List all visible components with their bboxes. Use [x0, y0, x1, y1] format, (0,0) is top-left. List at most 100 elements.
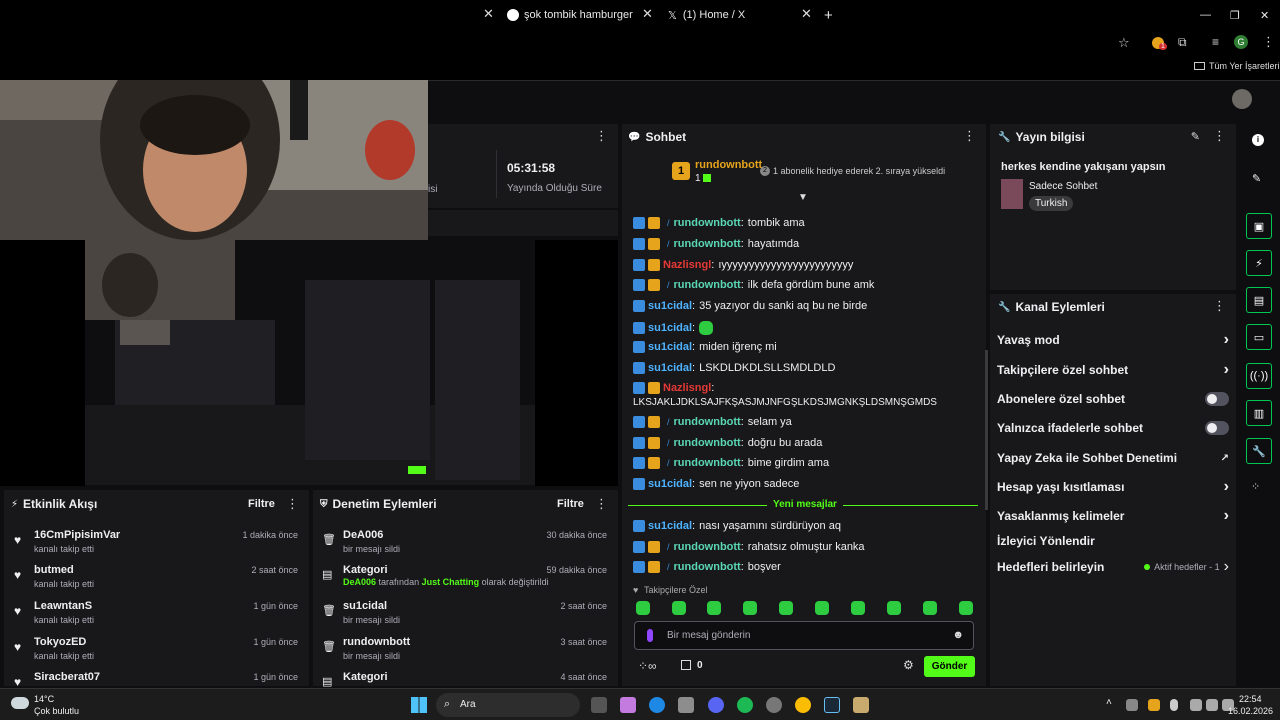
windows-start-icon[interactable] — [411, 697, 427, 713]
chat-username[interactable]: rundownbott — [674, 437, 741, 449]
chat-username[interactable]: su1cidal — [648, 362, 692, 374]
activity-item[interactable]: ♥ 16CmPipisimVar kanalı takip etti 1 dakika… — [14, 528, 298, 560]
bookmarks-label[interactable]: Tüm Yer İşaretleri — [1209, 61, 1280, 71]
channel-action-row[interactable]: Hesap yaşı kısıtlaması › — [997, 479, 1229, 495]
chat-username[interactable]: rundownbott — [674, 416, 741, 428]
volume-icon[interactable] — [1206, 699, 1218, 711]
points-icon[interactable] — [681, 660, 691, 670]
discord-icon[interactable] — [708, 697, 724, 713]
new-tab-button[interactable]: + — [824, 4, 833, 26]
restore-icon[interactable]: ❐ — [1230, 4, 1240, 26]
chat-username[interactable]: rundownbott — [674, 541, 741, 553]
channel-action-row[interactable]: Takipçilere özel sohbet › — [997, 362, 1229, 378]
copilot-icon[interactable] — [620, 697, 636, 713]
activity-item[interactable]: ♥ TokyozED kanalı takip etti 1 gün önce — [14, 635, 298, 667]
mic-icon[interactable] — [647, 629, 653, 642]
profile-avatar[interactable]: G — [1234, 35, 1248, 49]
tray-icon-1[interactable] — [1126, 699, 1138, 711]
channel-action-row[interactable]: Yapay Zeka ile Sohbet Denetimi ↗ — [997, 451, 1229, 465]
chat-username[interactable]: Nazlisngl — [663, 259, 711, 271]
menu-icon[interactable]: ⋮ — [1262, 34, 1275, 50]
category-change-cat[interactable]: Just Chatting — [422, 577, 480, 587]
weather-icon[interactable] — [11, 697, 29, 709]
chrome-icon[interactable] — [795, 697, 811, 713]
chat-username[interactable]: rundownbott — [674, 457, 741, 469]
scan-icon[interactable]: ▣ — [1246, 213, 1272, 239]
mic-tray-icon[interactable] — [1170, 699, 1178, 711]
category-change-user[interactable]: DeA006 — [343, 577, 376, 587]
chat-username[interactable]: su1cidal — [648, 322, 692, 334]
bolt-icon[interactable]: ⚡ — [1246, 250, 1272, 276]
chat-username[interactable]: rundownbott — [674, 238, 741, 250]
activity-item[interactable]: ♥ LeawntanS kanalı takip etti 1 gün önce — [14, 599, 298, 631]
toggle-switch[interactable] — [1205, 392, 1229, 406]
chat-username[interactable]: su1cidal — [648, 520, 692, 532]
send-button[interactable]: Gönder — [924, 656, 975, 677]
chat-scrollbar[interactable] — [985, 350, 988, 510]
emote-icon[interactable] — [707, 601, 721, 615]
chat-username[interactable]: su1cidal — [648, 341, 692, 353]
emote-icon[interactable] — [743, 601, 757, 615]
puzzle-icon[interactable]: ⧉ — [1178, 35, 1187, 50]
app-icon[interactable] — [766, 697, 782, 713]
chat-username[interactable]: su1cidal — [648, 478, 692, 490]
edge-icon[interactable] — [649, 697, 665, 713]
chat-username[interactable]: Nazlisngl — [663, 382, 711, 394]
emote-icon[interactable] — [636, 601, 650, 615]
tray-chevron-icon[interactable]: ˄ — [1106, 697, 1112, 708]
emote-icon[interactable] — [851, 601, 865, 615]
chat-settings-icon[interactable]: ⚙ — [903, 658, 914, 672]
emote-icon[interactable] — [923, 601, 937, 615]
emote-icon[interactable] — [887, 601, 901, 615]
moderation-item[interactable]: 🗑 rundownbott bir mesajı sildi 3 saat önce — [322, 635, 607, 667]
scroll-indicator-icon[interactable]: ▼ — [798, 192, 808, 203]
channel-action-row[interactable]: Abonelere özel sohbet — [997, 392, 1229, 406]
tray-icon-2[interactable] — [1148, 699, 1160, 711]
steam-icon[interactable] — [824, 697, 840, 713]
moderation-item[interactable]: 🗑 DeA006 bir mesajı sildi 30 dakika önce — [322, 528, 607, 560]
infinity-icon[interactable]: ⁘∞ — [638, 659, 657, 673]
store-icon[interactable] — [678, 697, 694, 713]
star-icon[interactable]: ☆ — [1118, 35, 1130, 51]
info-icon[interactable]: i — [1252, 134, 1264, 146]
network-icon[interactable] — [1190, 699, 1202, 711]
activity-filter-button[interactable]: Filtre — [248, 498, 275, 510]
tab-google[interactable]: şok tombik hamburger - Googl — [507, 4, 647, 26]
pencil-icon[interactable]: ✎ — [1252, 172, 1261, 185]
channel-action-row[interactable]: Yalnızca ifadelerle sohbet — [997, 421, 1229, 435]
minimize-icon[interactable]: — — [1200, 4, 1211, 26]
message-icon[interactable]: ▭ — [1246, 324, 1272, 350]
chat-username[interactable]: rundownbott — [674, 279, 741, 291]
channel-action-row[interactable]: Yavaş mod › — [997, 332, 1229, 348]
emote-icon[interactable] — [672, 601, 686, 615]
tab-x[interactable]: 𝕏 (1) Home / X — [668, 4, 808, 26]
moderation-menu-icon[interactable]: ⋮ — [595, 497, 608, 510]
channel-action-row[interactable]: İzleyici Yönlendir — [997, 534, 1229, 548]
channel-actions-menu-icon[interactable]: ⋮ — [1213, 299, 1226, 312]
window-close-icon[interactable]: ✕ — [1260, 4, 1269, 26]
channel-action-row[interactable]: Hedefleri belirleyin Aktif hedefler - 1 › — [997, 559, 1229, 575]
moderation-item[interactable]: 🗑 su1cidal bir mesajı sildi 2 saat önce — [322, 599, 607, 631]
activity-menu-icon[interactable]: ⋮ — [286, 497, 299, 510]
category-name[interactable]: Sadece Sohbet — [1029, 181, 1097, 192]
stats-menu-icon[interactable]: ⋮ — [595, 129, 608, 142]
emoji-picker-icon[interactable]: ☻ — [952, 629, 964, 641]
storage-icon[interactable]: ▥ — [1246, 400, 1272, 426]
tool-icon[interactable]: 🔧 — [1246, 438, 1272, 464]
activity-item[interactable]: ♥ butmed kanalı takip etti 2 saat önce — [14, 563, 298, 595]
channel-action-row[interactable]: Yasaklanmış kelimeler › — [997, 508, 1229, 524]
chat-username[interactable]: su1cidal — [648, 300, 692, 312]
spotify-icon[interactable] — [737, 697, 753, 713]
emote-icon[interactable] — [959, 601, 973, 615]
moderation-filter-button[interactable]: Filtre — [557, 498, 584, 510]
user-avatar[interactable] — [1232, 89, 1252, 109]
chat-username[interactable]: rundownbott — [674, 217, 741, 229]
chat-input[interactable]: Bir mesaj gönderin ☻ — [634, 621, 974, 650]
stream-info-menu-icon[interactable]: ⋮ — [1213, 129, 1226, 142]
chat-menu-icon[interactable]: ⋮ — [963, 129, 976, 142]
edit-pencil-icon[interactable]: ✎ — [1191, 130, 1200, 143]
media-icon[interactable]: ≡ — [1212, 35, 1219, 49]
league-icon[interactable] — [853, 697, 869, 713]
task-view-icon[interactable] — [591, 697, 607, 713]
clock-date[interactable]: 16.02.2026 — [1228, 706, 1273, 716]
